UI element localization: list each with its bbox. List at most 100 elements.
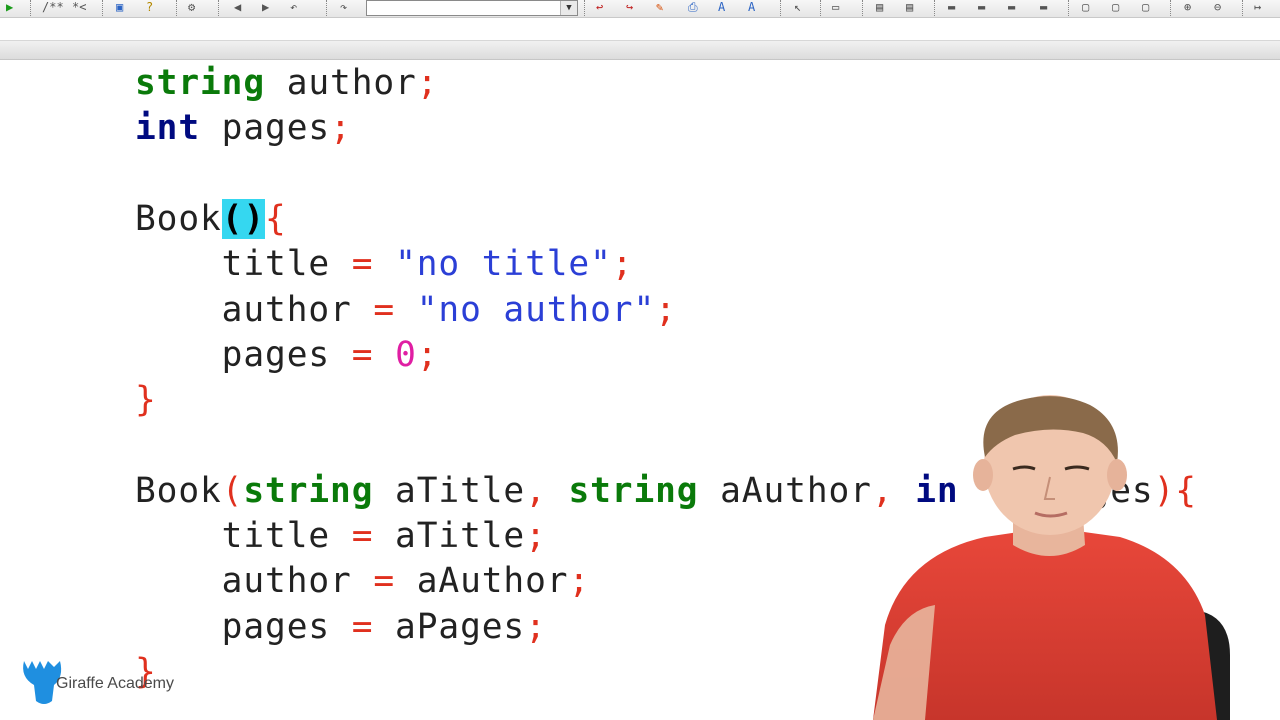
- code-line[interactable]: author = "no author";: [135, 287, 677, 333]
- toolbar-separator: [176, 0, 179, 16]
- toolbar-separator: [1170, 0, 1173, 16]
- back-icon[interactable]: ◀: [234, 0, 241, 14]
- code-token: string: [243, 470, 374, 511]
- zoom-in-icon[interactable]: ⊕: [1184, 0, 1191, 14]
- uncomment-icon[interactable]: *<: [72, 0, 86, 14]
- code-line[interactable]: }: [135, 377, 157, 423]
- code-token: string: [135, 63, 266, 103]
- code-token: (): [221, 198, 266, 239]
- next-icon[interactable]: ↦: [1254, 0, 1261, 14]
- toolbar-separator: [326, 0, 329, 16]
- comment-icon[interactable]: /**: [42, 0, 64, 14]
- redo-icon[interactable]: ↷: [340, 0, 347, 14]
- code-token: =: [373, 289, 396, 330]
- toolbar-separator: [1242, 0, 1245, 16]
- code-token: pages: [135, 334, 352, 375]
- cursor-icon[interactable]: ↖: [794, 0, 801, 14]
- forward-icon[interactable]: ▶: [262, 0, 269, 14]
- align-icon[interactable]: ▬: [948, 0, 955, 14]
- align-icon[interactable]: ▬: [1008, 0, 1015, 14]
- code-token: =: [351, 606, 374, 647]
- code-line[interactable]: author = aAuthor;: [135, 558, 590, 604]
- undo-icon[interactable]: ↩: [596, 0, 603, 14]
- toolbar-separator: [934, 0, 937, 16]
- edit-icon[interactable]: ✎: [656, 0, 663, 14]
- frame-icon[interactable]: ▢: [1082, 0, 1089, 14]
- code-token: pages: [200, 108, 331, 149]
- align-icon[interactable]: ▬: [1040, 0, 1047, 14]
- layout-icon[interactable]: ▤: [906, 0, 913, 14]
- code-token: title: [135, 516, 352, 556]
- code-token: author: [265, 63, 417, 103]
- undo-icon[interactable]: ↶: [290, 0, 297, 14]
- find-icon[interactable]: A: [718, 0, 725, 14]
- code-token: =: [351, 244, 374, 285]
- code-token: aTitle: [373, 470, 526, 511]
- code-token: "no author": [416, 289, 656, 330]
- code-token: ;: [655, 289, 677, 330]
- code-token: author: [135, 289, 374, 330]
- code-line[interactable]: pages = aPages;: [135, 604, 547, 650]
- editor-header-bar: [0, 40, 1280, 60]
- toolbar-separator: [862, 0, 865, 16]
- code-token: aPages: [373, 606, 526, 647]
- frame-icon[interactable]: ▢: [1142, 0, 1149, 14]
- code-line[interactable]: title = "no title";: [135, 241, 633, 287]
- symbol-combobox[interactable]: ▼: [366, 0, 578, 16]
- code-token: =: [351, 334, 374, 375]
- brand-name: Giraffe Academy: [56, 675, 174, 692]
- code-token: ;: [330, 108, 352, 149]
- code-token: ;: [416, 63, 439, 103]
- code-token: ;: [525, 516, 547, 556]
- code-token: pages: [135, 606, 352, 647]
- code-token: ;: [416, 334, 439, 375]
- code-token: }: [135, 380, 157, 421]
- code-token: =: [351, 516, 374, 556]
- toolbar-separator: [218, 0, 221, 16]
- code-token: {: [265, 198, 287, 239]
- code-token: Book: [135, 198, 222, 239]
- code-line[interactable]: string author;: [135, 60, 438, 106]
- toolbar-separator: [584, 0, 587, 16]
- redo-icon[interactable]: ↪: [626, 0, 633, 14]
- chevron-down-icon[interactable]: ▼: [560, 1, 577, 15]
- code-token: ;: [611, 244, 634, 285]
- code-token: ;: [568, 561, 591, 602]
- code-line[interactable]: int pages;: [135, 105, 352, 151]
- frame-icon[interactable]: ▢: [1112, 0, 1119, 14]
- code-line[interactable]: title = aTitle;: [135, 513, 547, 559]
- presenter-webcam-overlay: [873, 395, 1230, 720]
- code-token: aTitle: [373, 516, 526, 556]
- code-token: aAuthor: [395, 561, 569, 602]
- editor-toolbar: ▶ /** *< ▣ ? ⚙ ◀ ▶ ↶ ↷ ▼ ↩ ↪ ✎ ⎙ A A ↖ ▭…: [0, 0, 1280, 18]
- code-token: =: [373, 561, 396, 602]
- toolbar-separator: [1068, 0, 1071, 16]
- code-token: author: [135, 561, 374, 602]
- run-icon[interactable]: ▶: [6, 0, 13, 14]
- toolbar-separator: [30, 0, 33, 16]
- toolbar-separator: [102, 0, 105, 16]
- code-token: ,: [525, 470, 547, 511]
- code-token: (: [221, 470, 244, 511]
- toolbar-separator: [780, 0, 783, 16]
- print-icon[interactable]: ⎙: [688, 0, 698, 14]
- code-token: ;: [525, 606, 547, 647]
- code-token: int: [135, 108, 201, 149]
- align-icon[interactable]: ▬: [978, 0, 985, 14]
- code-token: string: [568, 470, 699, 511]
- zoom-out-icon[interactable]: ⊖: [1214, 0, 1221, 14]
- help-icon[interactable]: ?: [146, 0, 153, 14]
- toolbar-separator: [820, 0, 823, 16]
- replace-icon[interactable]: A: [748, 0, 755, 14]
- settings-icon[interactable]: ⚙: [188, 0, 195, 14]
- code-line[interactable]: Book(){: [135, 196, 287, 242]
- window-icon[interactable]: ▭: [832, 0, 839, 14]
- layout-icon[interactable]: ▤: [876, 0, 883, 14]
- code-line[interactable]: pages = 0;: [135, 332, 438, 378]
- code-token: Book: [135, 470, 222, 511]
- save-icon[interactable]: ▣: [116, 0, 123, 14]
